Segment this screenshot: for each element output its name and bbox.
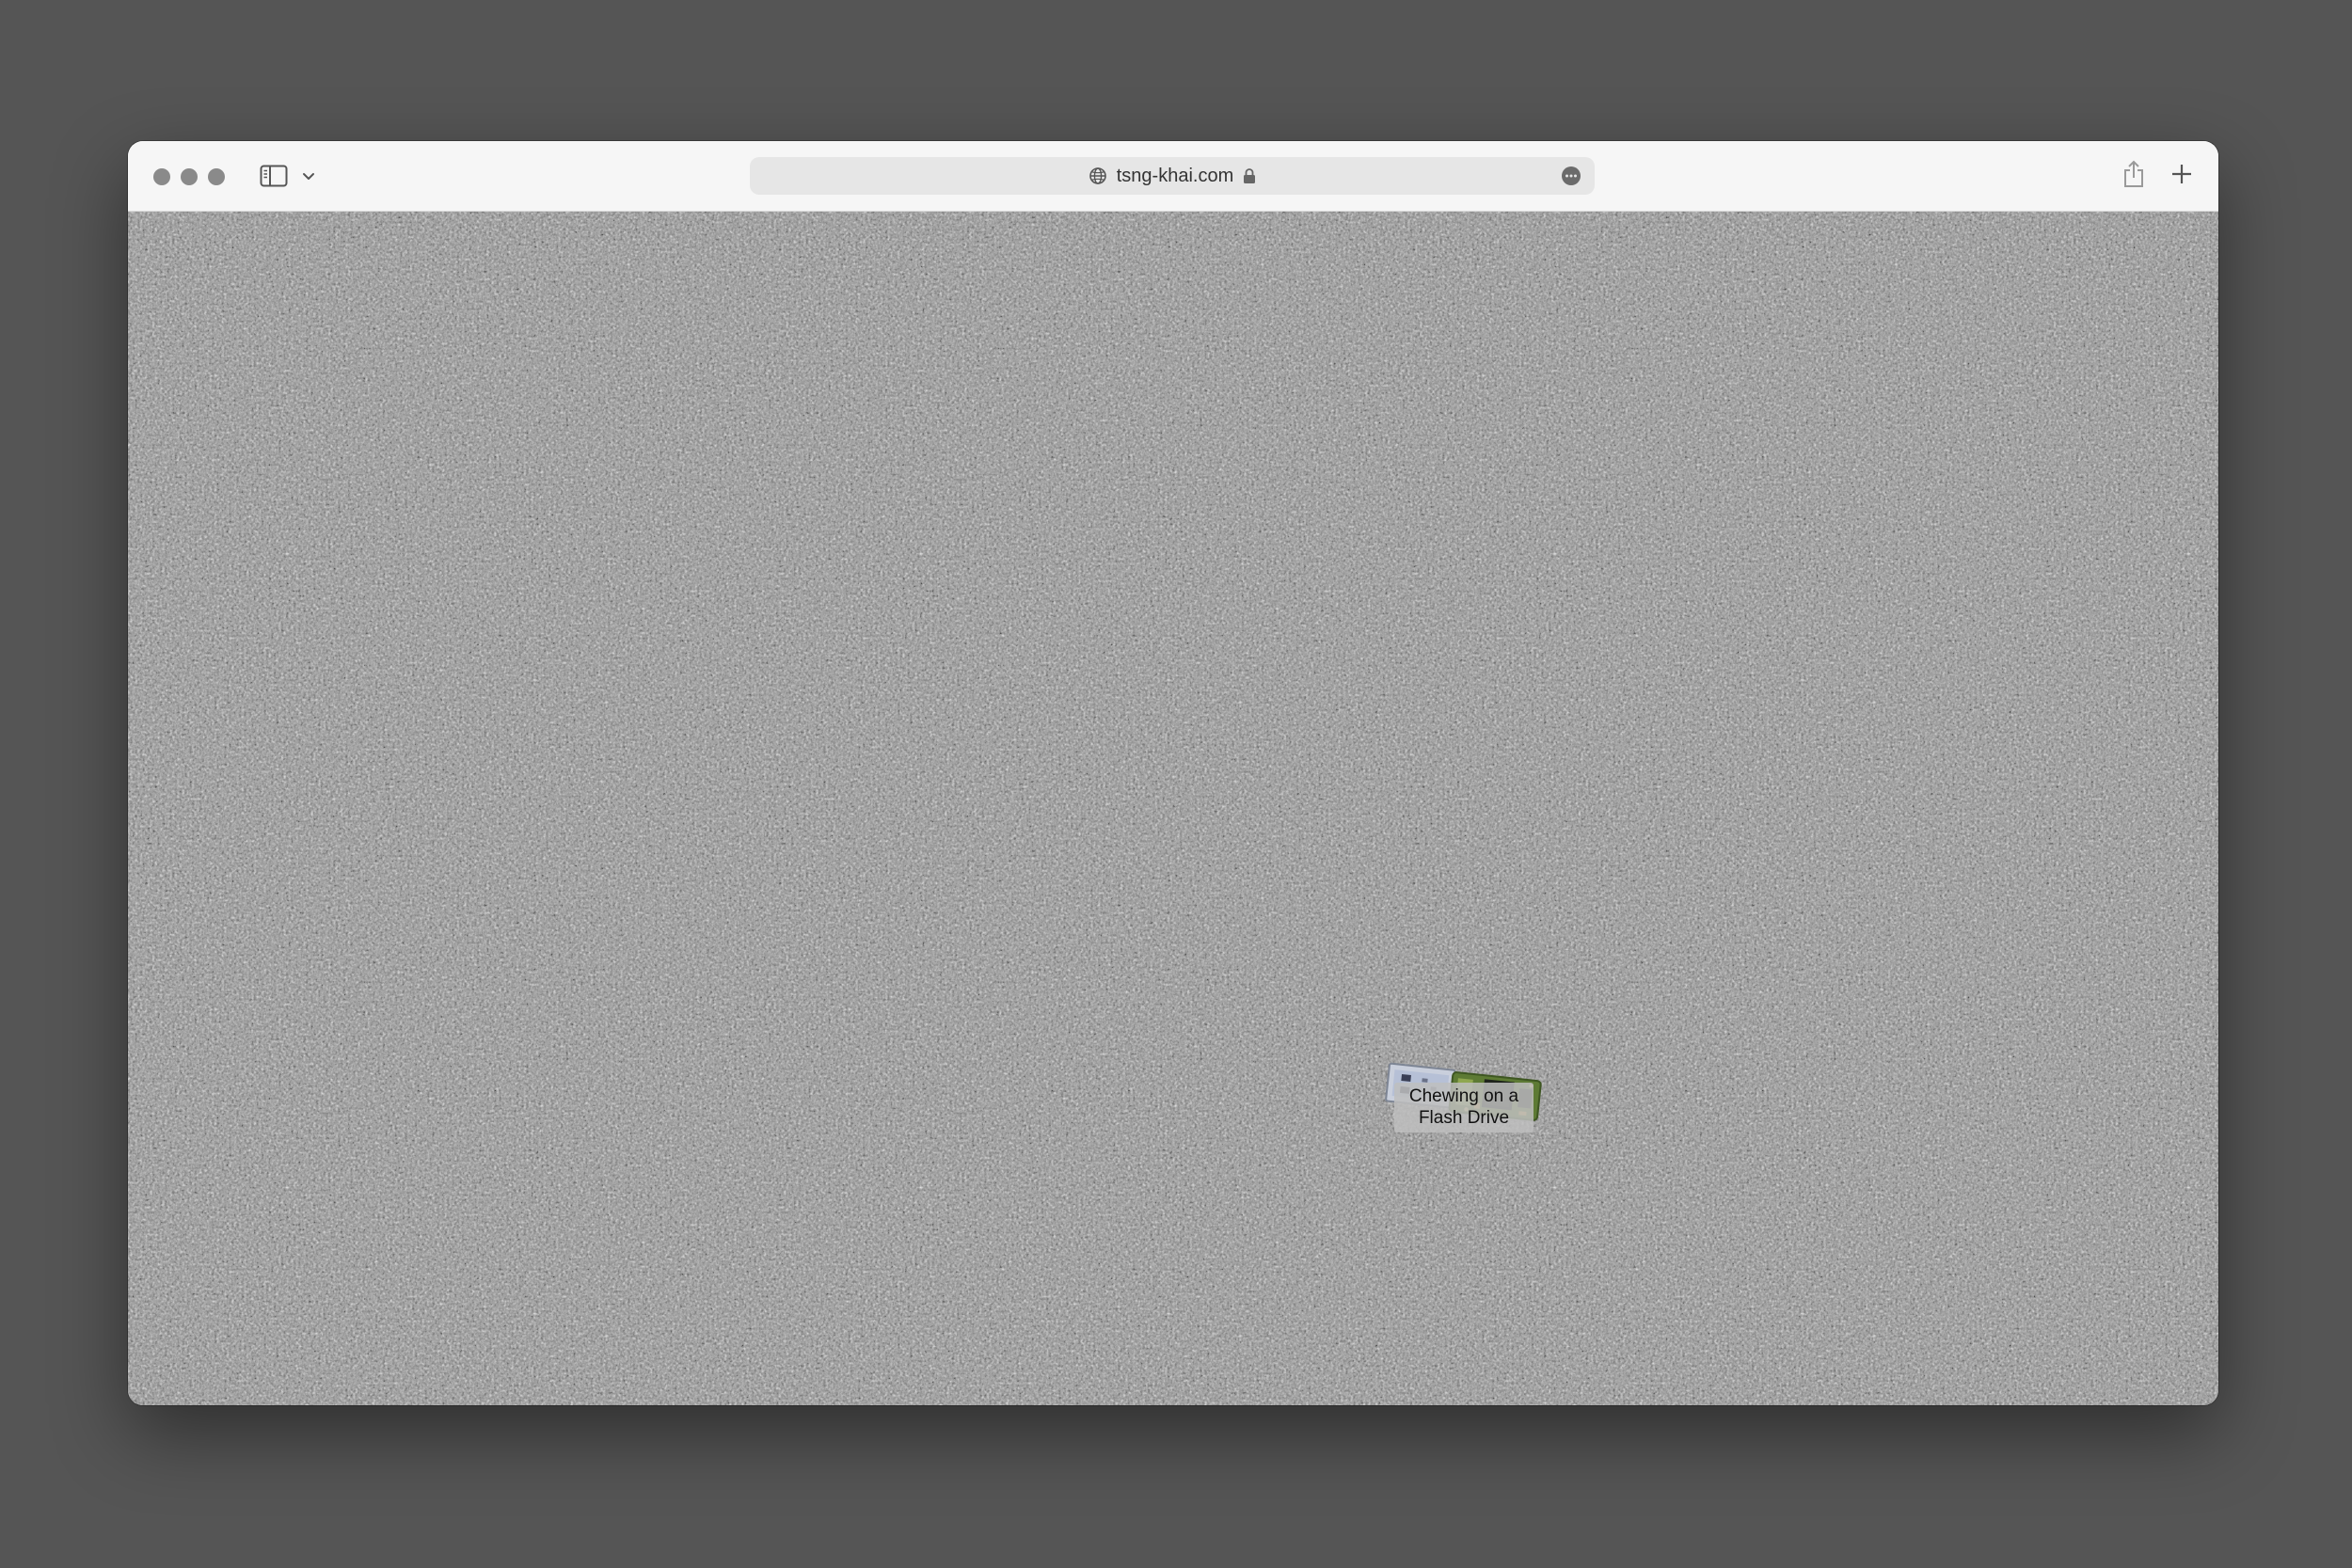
more-icon[interactable] <box>1561 166 1581 186</box>
minimize-window-button[interactable] <box>181 168 198 185</box>
maximize-window-button[interactable] <box>208 168 225 185</box>
plus-icon[interactable] <box>2169 162 2194 186</box>
address-bar[interactable]: tsng-khai.com <box>750 157 1595 195</box>
browser-window: tsng-khai.com Chewing on a Flash Drive <box>128 141 2218 1405</box>
globe-icon <box>1089 166 1107 185</box>
flash-drive-label: Chewing on a Flash Drive <box>1394 1083 1534 1132</box>
close-window-button[interactable] <box>153 168 170 185</box>
chevron-down-icon[interactable] <box>299 167 318 186</box>
sidebar-icon[interactable] <box>260 164 288 188</box>
share-icon[interactable] <box>2122 160 2145 188</box>
page-viewport: Chewing on a Flash Drive <box>128 212 2218 1405</box>
address-content: tsng-khai.com <box>750 157 1595 195</box>
gravel-texture-background <box>128 212 2218 1405</box>
url-text: tsng-khai.com <box>1116 165 1234 186</box>
lock-icon <box>1243 167 1256 184</box>
browser-toolbar: tsng-khai.com <box>128 141 2218 212</box>
